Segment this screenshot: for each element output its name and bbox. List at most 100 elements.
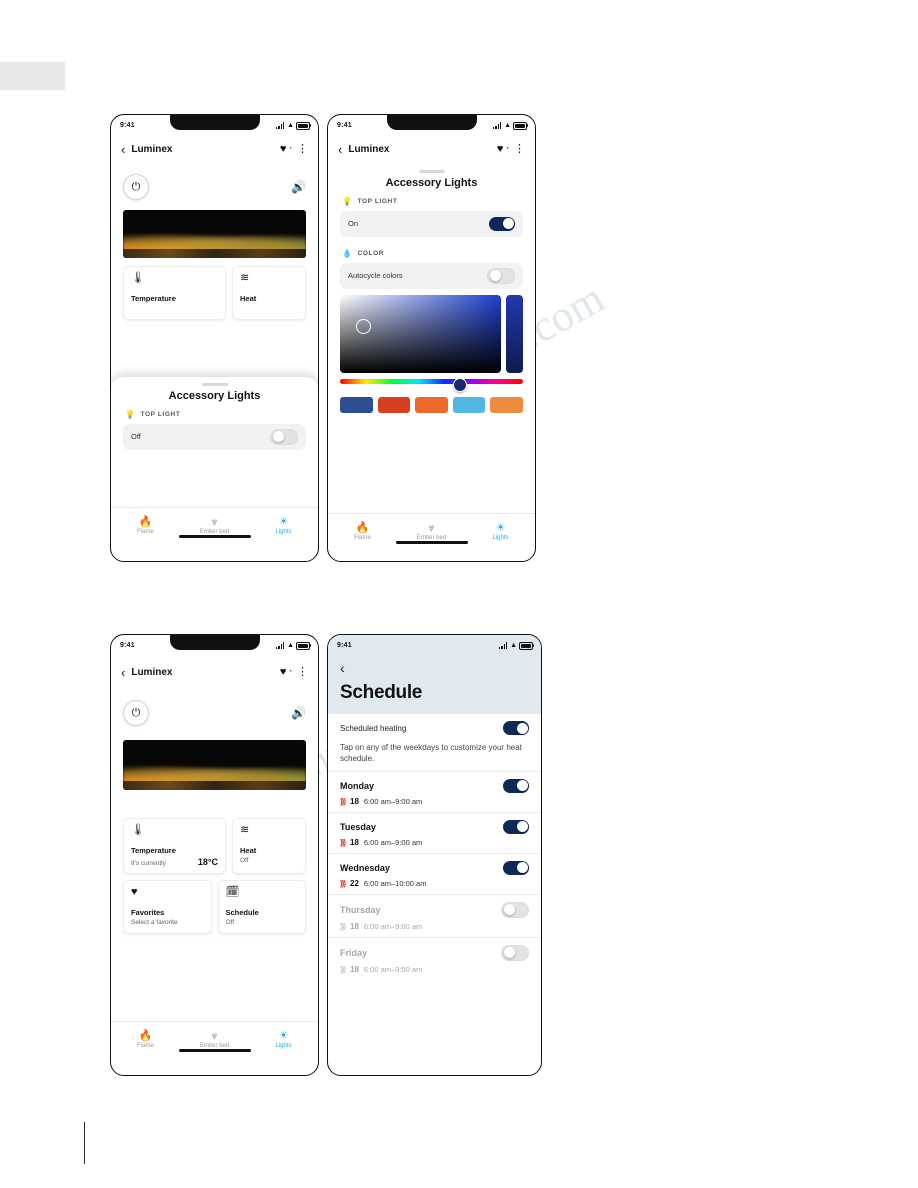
day-row-tuesday[interactable]: Tuesday ))) 18 6:00 am–9:00 am (328, 811, 541, 853)
hue-slider-knob[interactable] (453, 377, 468, 392)
day-row-friday[interactable]: Friday ))) 18 6:00 am–9:00 am (328, 936, 541, 980)
saturation-value-area[interactable] (340, 294, 501, 373)
tab-ember-bed[interactable]: ⩔ Ember bed (180, 516, 249, 535)
scheduled-heating-toggle[interactable] (503, 721, 529, 735)
autocycle-toggle[interactable] (487, 267, 515, 284)
swatch[interactable] (340, 396, 373, 413)
tile-subtitle: Select a favorite (131, 919, 178, 926)
day-name: Tuesday (340, 821, 376, 832)
tab-label: Ember bed (199, 1042, 230, 1049)
page-corner-tab (0, 62, 65, 90)
wifi-icon: ▲ (287, 642, 294, 649)
ember-bed-icon: ⩔ (428, 521, 435, 534)
day-toggle[interactable] (501, 944, 529, 961)
section-label: TOP LIGHT (140, 410, 181, 418)
swatch[interactable] (415, 396, 448, 413)
tile-schedule[interactable]: 🗓 Schedule Off (217, 880, 306, 934)
status-bar: 9:41 ▲ (111, 115, 318, 134)
ember-bed-icon: ⩔ (211, 515, 218, 528)
heart-badge-icon: ◔ (288, 669, 292, 675)
tab-lights[interactable]: ☀ Lights (466, 522, 535, 541)
day-temperature: 18 (350, 796, 359, 806)
day-temperature: 18 (350, 837, 359, 847)
overflow-menu-icon[interactable]: ⋮ (514, 143, 525, 155)
status-time: 9:41 (337, 642, 352, 649)
home-indicator (395, 541, 468, 544)
heart-icon[interactable]: ♥ (497, 143, 504, 155)
day-toggle[interactable] (503, 778, 529, 793)
tile-heat[interactable]: ≋ Heat Off (232, 818, 306, 874)
overflow-menu-icon[interactable]: ⋮ (297, 666, 308, 678)
tab-flame[interactable]: 🔥 Flame (111, 516, 180, 535)
tile-subtitle: Off (225, 919, 235, 926)
day-row-monday[interactable]: Monday ))) 18 6:00 am–9:00 am (328, 770, 541, 812)
hue-slider[interactable] (340, 377, 523, 392)
bulb-icon: 💡 (125, 409, 136, 419)
heart-icon[interactable]: ♥ (280, 143, 287, 155)
day-temperature: 22 (350, 878, 359, 888)
tile-value: 18°C (197, 857, 218, 867)
sheet-grabber[interactable] (201, 383, 228, 386)
power-button[interactable]: ⏻ (123, 174, 149, 200)
day-toggle[interactable] (501, 901, 529, 918)
heart-badge-icon: ◔ (505, 146, 509, 152)
swatch[interactable] (452, 396, 486, 413)
tab-flame[interactable]: 🔥 Flame (111, 1030, 180, 1049)
battery-icon (513, 121, 529, 130)
day-row-thursday[interactable]: Thursday ))) 18 6:00 am–9:00 am (328, 893, 541, 937)
swatch[interactable] (490, 396, 523, 413)
top-light-row[interactable]: Off (123, 423, 306, 450)
nav-bar: ‹ Luminex ♥ ◔ ⋮ (328, 134, 535, 164)
day-row-wednesday[interactable]: Wednesday ))) 22 6:00 am–10:00 am (328, 852, 541, 894)
tab-lights[interactable]: ☀ Lights (249, 516, 318, 535)
heat-waves-icon: ))) (340, 796, 346, 806)
tile-favorites[interactable]: ♥ Favorites Select a favorite (123, 880, 212, 934)
tab-label: Flame (354, 534, 371, 541)
top-light-toggle[interactable] (270, 428, 298, 445)
back-button[interactable]: ‹ (340, 660, 529, 676)
autocycle-row[interactable]: Autocycle colors (340, 262, 523, 289)
tile-subtitle: It's currently (131, 860, 166, 867)
tile-temperature[interactable]: 🌡 Temperature (123, 266, 226, 320)
color-picker[interactable] (340, 294, 523, 373)
top-light-toggle[interactable] (489, 216, 515, 231)
speaker-icon[interactable]: 🔊 (291, 706, 306, 720)
tile-temperature[interactable]: 🌡 Temperature It's currently 18°C (123, 818, 226, 874)
back-button[interactable]: ‹ (121, 666, 125, 679)
tab-flame[interactable]: 🔥 Flame (328, 522, 397, 541)
back-button[interactable]: ‹ (338, 143, 342, 156)
section-top-light: 💡 TOP LIGHT (328, 197, 535, 206)
tile-title: Schedule (225, 908, 259, 917)
back-button[interactable]: ‹ (121, 143, 125, 156)
flame-icon: 🔥 (355, 521, 370, 534)
sheet-grabber[interactable] (418, 170, 445, 173)
wifi-icon: ▲ (510, 642, 517, 649)
top-light-row[interactable]: On (340, 210, 523, 237)
tile-heat[interactable]: ≋ Heat (232, 266, 306, 320)
heart-icon[interactable]: ♥ (280, 666, 287, 678)
tab-ember-bed[interactable]: ⩔ Ember bed (397, 522, 466, 541)
page-title: Luminex (348, 143, 390, 155)
signal-icon (499, 642, 508, 649)
power-button[interactable]: ⏻ (123, 700, 149, 726)
nav-bar: ‹ Luminex ♥ ◔ ⋮ (111, 134, 318, 164)
page-bottom-rule (84, 1122, 85, 1164)
overflow-menu-icon[interactable]: ⋮ (297, 143, 308, 155)
phone-screen-4: 9:41 ▲ ‹ Schedule Scheduled heating Tap … (327, 634, 542, 1076)
tab-lights[interactable]: ☀ Lights (249, 1030, 318, 1049)
day-times: 6:00 am–9:00 am (363, 921, 423, 931)
autocycle-label: Autocycle colors (348, 271, 403, 280)
top-light-state-label: On (348, 219, 359, 228)
tile-subtitle: Off (240, 857, 249, 864)
tab-label: Flame (137, 528, 154, 535)
speaker-icon[interactable]: 🔊 (291, 180, 306, 194)
tab-ember-bed[interactable]: ⩔ Ember bed (180, 1030, 249, 1049)
day-toggle[interactable] (503, 819, 529, 834)
day-toggle[interactable] (503, 860, 529, 875)
battery-icon (296, 641, 312, 650)
scheduled-heating-row[interactable]: Scheduled heating (328, 714, 541, 741)
color-cursor[interactable] (356, 318, 371, 334)
brightness-slider[interactable] (506, 294, 523, 373)
swatch[interactable] (377, 396, 411, 413)
phone-screen-3: 9:41 ▲ ‹ Luminex ♥ ◔ ⋮ ⏻ 🔊 🌡 Temperature… (110, 634, 319, 1076)
